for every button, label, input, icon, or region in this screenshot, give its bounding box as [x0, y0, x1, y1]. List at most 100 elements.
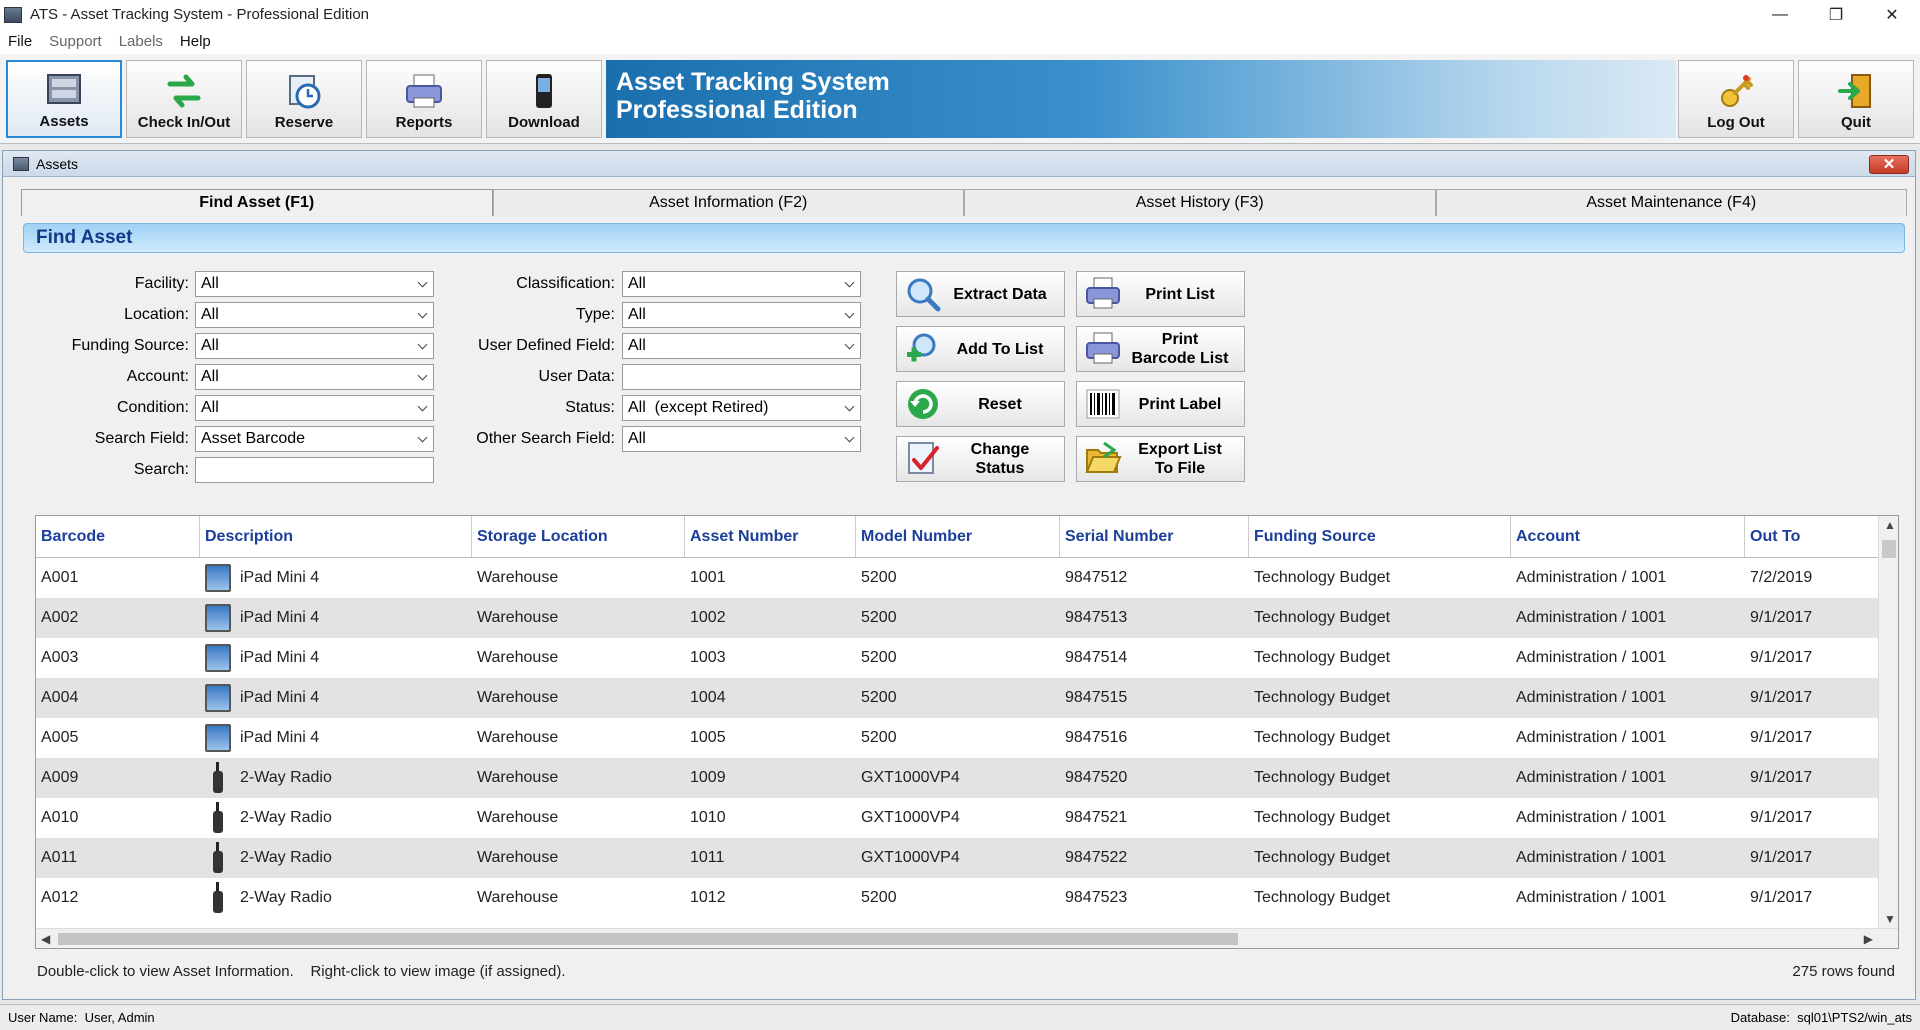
- add-to-list-button[interactable]: Add To List: [896, 326, 1065, 372]
- print-barcode-list-button[interactable]: PrintBarcode List: [1076, 326, 1245, 372]
- export-list-button[interactable]: Export ListTo File: [1076, 436, 1245, 482]
- col-model-number[interactable]: Model Number: [856, 516, 1060, 558]
- facility-value: All: [201, 275, 219, 292]
- table-row[interactable]: A0102-Way RadioWarehouse1010GXT1000VP498…: [36, 798, 1878, 838]
- change-status-button[interactable]: ChangeStatus: [896, 436, 1065, 482]
- funding-source-cell: Technology Budget: [1249, 558, 1511, 598]
- table-row[interactable]: A004iPad Mini 4Warehouse100452009847515T…: [36, 678, 1878, 718]
- serial-number-cell: 9847512: [1060, 558, 1249, 598]
- extract-data-label: Extract Data: [942, 285, 1064, 304]
- tab-asset-information[interactable]: Asset Information (F2): [493, 189, 965, 216]
- menu-help[interactable]: Help: [180, 33, 211, 50]
- minimize-button[interactable]: —: [1752, 0, 1808, 29]
- storage-location-cell: Warehouse: [472, 878, 685, 918]
- funding-source-cell: Technology Budget: [1249, 798, 1511, 838]
- printer-icon: [1084, 275, 1122, 313]
- print-list-button[interactable]: Print List: [1076, 271, 1245, 317]
- col-barcode[interactable]: Barcode: [36, 516, 200, 558]
- horizontal-scroll-thumb[interactable]: [58, 933, 1238, 945]
- table-row[interactable]: A0112-Way RadioWarehouse1011GXT1000VP498…: [36, 838, 1878, 878]
- download-label: Download: [508, 114, 580, 131]
- funding-source-select[interactable]: All: [195, 333, 434, 359]
- table-row[interactable]: A001iPad Mini 4Warehouse100152009847512T…: [36, 558, 1878, 598]
- window-title: ATS - Asset Tracking System - Profession…: [30, 6, 369, 23]
- folder-icon: [1084, 440, 1122, 478]
- col-storage-location[interactable]: Storage Location: [472, 516, 685, 558]
- model-number-cell: GXT1000VP4: [856, 838, 1060, 878]
- funding-source-value: All: [201, 337, 219, 354]
- close-button[interactable]: ✕: [1864, 0, 1920, 29]
- reserve-button[interactable]: Reserve: [246, 60, 362, 138]
- asset-number-cell: 1004: [685, 678, 856, 718]
- reports-button[interactable]: Reports: [366, 60, 482, 138]
- extract-data-button[interactable]: Extract Data: [896, 271, 1065, 317]
- classification-select[interactable]: All: [622, 271, 861, 297]
- menu-support[interactable]: Support: [49, 33, 102, 50]
- vertical-scroll-thumb[interactable]: [1882, 540, 1896, 558]
- user-data-label: User Data:: [443, 364, 615, 390]
- restore-button[interactable]: ❐: [1808, 0, 1864, 29]
- col-description[interactable]: Description: [200, 516, 472, 558]
- condition-select[interactable]: All: [195, 395, 434, 421]
- horizontal-scrollbar[interactable]: ◀ ▶: [36, 928, 1898, 948]
- assets-button[interactable]: Assets: [6, 60, 122, 138]
- description-text: iPad Mini 4: [240, 558, 319, 598]
- facility-select[interactable]: All: [195, 271, 434, 297]
- scroll-down-icon[interactable]: ▼: [1884, 912, 1896, 926]
- description-cell: 2-Way Radio: [200, 798, 472, 838]
- print-list-label: Print List: [1122, 285, 1244, 304]
- app-banner: Asset Tracking System Professional Editi…: [606, 60, 1676, 138]
- account-select[interactable]: All: [195, 364, 434, 390]
- quit-button[interactable]: Quit: [1798, 60, 1914, 138]
- search-field-value: Asset Barcode: [201, 430, 305, 447]
- asset-number-cell: 1010: [685, 798, 856, 838]
- chevron-down-icon: [418, 434, 428, 444]
- table-row[interactable]: A002iPad Mini 4Warehouse100252009847513T…: [36, 598, 1878, 638]
- radio-icon: [213, 802, 223, 834]
- serial-number-cell: 9847521: [1060, 798, 1249, 838]
- vertical-scrollbar[interactable]: ▲ ▼: [1878, 516, 1898, 928]
- status-select[interactable]: All (except Retired): [622, 395, 861, 421]
- database-status: Database: sql01\PTS2/win_ats: [1731, 1005, 1912, 1030]
- table-row[interactable]: A0122-Way RadioWarehouse101252009847523T…: [36, 878, 1878, 918]
- print-label-button[interactable]: Print Label: [1076, 381, 1245, 427]
- account-cell: Administration / 1001: [1511, 758, 1745, 798]
- col-out-to[interactable]: Out To: [1745, 516, 1878, 558]
- print-label-label: Print Label: [1122, 395, 1244, 414]
- table-row[interactable]: A005iPad Mini 4Warehouse100552009847516T…: [36, 718, 1878, 758]
- col-serial-number[interactable]: Serial Number: [1060, 516, 1249, 558]
- table-row[interactable]: A003iPad Mini 4Warehouse100352009847514T…: [36, 638, 1878, 678]
- type-select[interactable]: All: [622, 302, 861, 328]
- reset-button[interactable]: Reset: [896, 381, 1065, 427]
- scroll-left-icon[interactable]: ◀: [41, 932, 50, 946]
- menu-labels[interactable]: Labels: [119, 33, 163, 50]
- menu-file[interactable]: File: [8, 33, 32, 50]
- chevron-down-icon: [845, 403, 855, 413]
- assets-window-close-button[interactable]: ✕: [1869, 155, 1909, 174]
- search-field-select[interactable]: Asset Barcode: [195, 426, 434, 452]
- col-asset-number[interactable]: Asset Number: [685, 516, 856, 558]
- serial-number-cell: 9847516: [1060, 718, 1249, 758]
- download-button[interactable]: Download: [486, 60, 602, 138]
- col-funding-source[interactable]: Funding Source: [1249, 516, 1511, 558]
- chevron-down-icon: [418, 403, 428, 413]
- table-row[interactable]: A0092-Way RadioWarehouse1009GXT1000VP498…: [36, 758, 1878, 798]
- logout-button[interactable]: Log Out: [1678, 60, 1794, 138]
- storage-location-cell: Warehouse: [472, 558, 685, 598]
- location-select[interactable]: All: [195, 302, 434, 328]
- other-search-field-select[interactable]: All: [622, 426, 861, 452]
- scroll-up-icon[interactable]: ▲: [1884, 518, 1896, 532]
- tab-asset-history[interactable]: Asset History (F3): [964, 189, 1436, 216]
- tab-find-asset[interactable]: Find Asset (F1): [21, 189, 493, 216]
- storage-location-cell: Warehouse: [472, 798, 685, 838]
- search-input[interactable]: [195, 457, 434, 483]
- print-barcode-list-line1: Print: [1162, 331, 1198, 348]
- status-bar: User Name: User, Admin Database: sql01\P…: [0, 1004, 1920, 1030]
- scroll-right-icon[interactable]: ▶: [1864, 932, 1873, 946]
- user-defined-field-select[interactable]: All: [622, 333, 861, 359]
- col-account[interactable]: Account: [1511, 516, 1745, 558]
- user-data-input[interactable]: [622, 364, 861, 390]
- tab-asset-maintenance[interactable]: Asset Maintenance (F4): [1436, 189, 1908, 216]
- checkinout-button[interactable]: Check In/Out: [126, 60, 242, 138]
- chevron-down-icon: [418, 279, 428, 289]
